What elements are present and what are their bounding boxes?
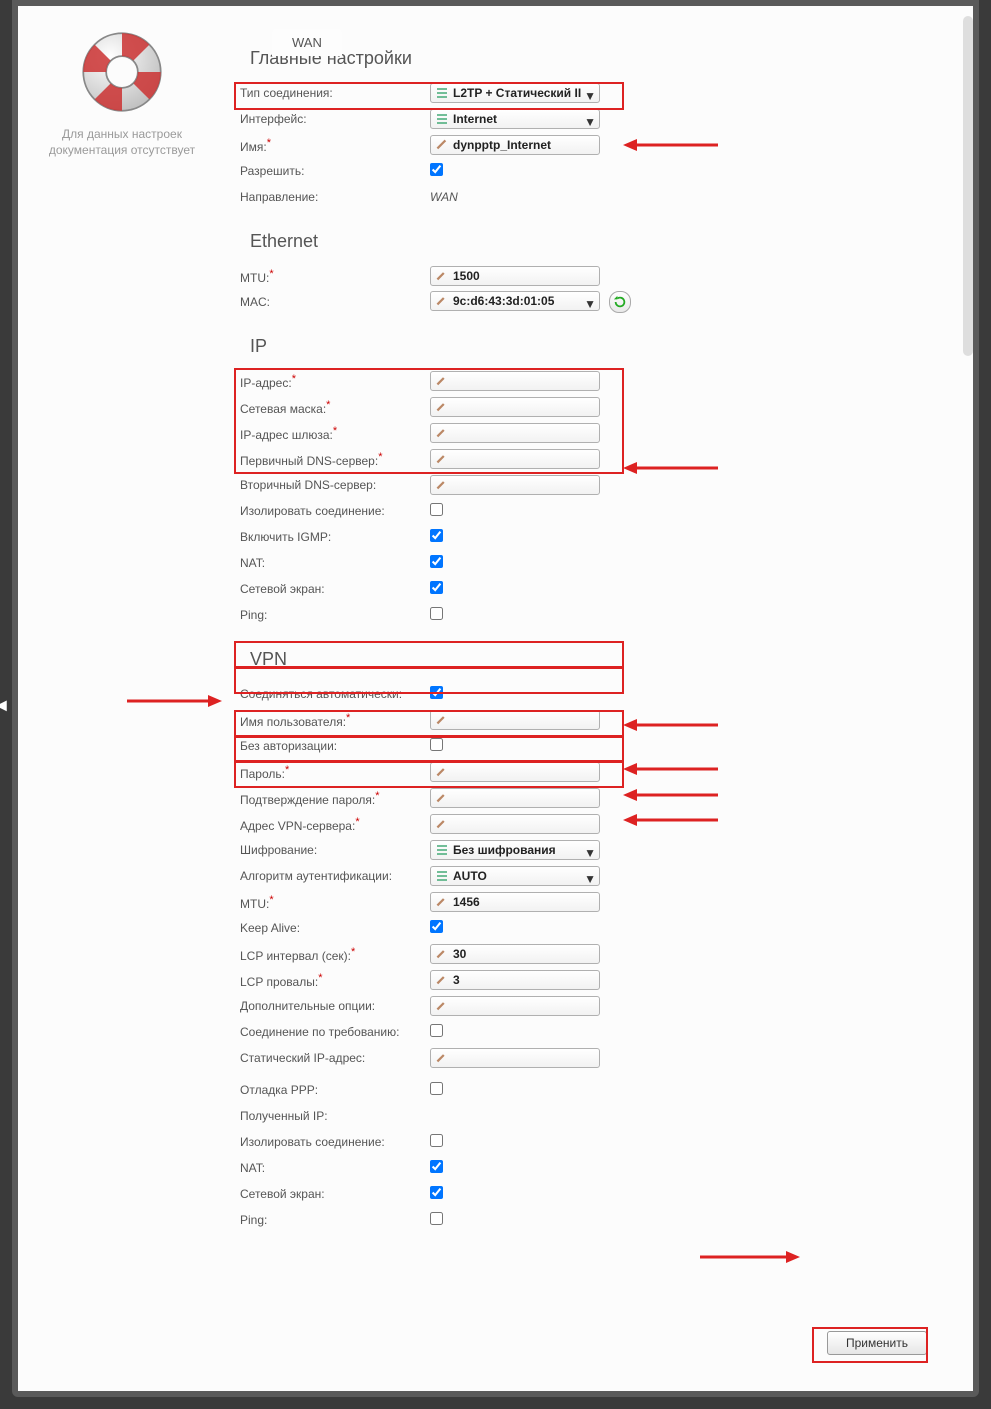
username-input[interactable]	[430, 710, 600, 730]
mac-input[interactable]	[430, 291, 600, 311]
label-isolate2: Изолировать соединение:	[240, 1135, 385, 1149]
firewall2-checkbox[interactable]	[430, 1186, 443, 1199]
label-mac: MAC:	[240, 295, 270, 309]
autoconn-checkbox[interactable]	[430, 686, 443, 699]
ipaddr-input[interactable]	[430, 371, 600, 391]
staticip-input[interactable]	[430, 1048, 600, 1068]
mtu-input[interactable]	[430, 266, 600, 286]
collapse-handle-icon[interactable]: ◀	[0, 696, 7, 713]
arrow-icon	[700, 1250, 800, 1256]
label-isolate: Изолировать соединение:	[240, 504, 385, 518]
allow-checkbox[interactable]	[430, 163, 443, 176]
label-extraopts: Дополнительные опции:	[240, 999, 375, 1013]
label-gateway: IP-адрес шлюза:	[240, 428, 333, 442]
arrow-icon	[623, 788, 718, 794]
arrow-icon	[127, 694, 222, 700]
nat-checkbox[interactable]	[430, 555, 443, 568]
vpnaddr-input[interactable]	[430, 814, 600, 834]
ondemand-checkbox[interactable]	[430, 1024, 443, 1037]
label-vpnmtu: MTU:	[240, 897, 269, 911]
label-nat: NAT:	[240, 556, 265, 570]
label-username: Имя пользователя:	[240, 715, 346, 729]
extraopts-input[interactable]	[430, 996, 600, 1016]
scrollbar[interactable]	[963, 16, 973, 356]
arrow-icon	[623, 461, 718, 467]
keepalive-checkbox[interactable]	[430, 920, 443, 933]
arrow-icon	[623, 762, 718, 768]
netmask-input[interactable]	[430, 397, 600, 417]
label-autoconn: Соединяться автоматически:	[240, 687, 402, 701]
label-firewall: Сетевой экран:	[240, 582, 325, 596]
help-text-line1: Для данных настроек	[32, 126, 212, 142]
label-nat2: NAT:	[240, 1161, 265, 1175]
interface-select[interactable]: Internet	[430, 109, 600, 129]
firewall-checkbox[interactable]	[430, 581, 443, 594]
label-rxip: Полученный IP:	[240, 1109, 328, 1123]
lcpfail-input[interactable]	[430, 970, 600, 990]
help-text-line2: документация отсутствует	[32, 142, 212, 158]
refresh-button[interactable]	[609, 291, 631, 313]
label-lcpint: LCP интервал (сек):	[240, 949, 351, 963]
label-staticip: Статический IP-адрес:	[240, 1051, 365, 1065]
pppdbg-checkbox[interactable]	[430, 1082, 443, 1095]
direction-value: WAN	[430, 190, 458, 204]
label-netmask: Сетевая маска:	[240, 402, 326, 416]
label-igmp: Включить IGMP:	[240, 530, 331, 544]
lcpint-input[interactable]	[430, 944, 600, 964]
password-input[interactable]	[430, 762, 600, 782]
apply-button[interactable]: Применить	[827, 1331, 927, 1355]
section-vpn-heading: VPN	[250, 649, 933, 670]
arrow-icon	[623, 138, 718, 144]
label-mtu: MTU:	[240, 271, 269, 285]
label-allow: Разрешить:	[240, 164, 304, 178]
ping-checkbox[interactable]	[430, 607, 443, 620]
label-dns2: Вторичный DNS-сервер:	[240, 478, 376, 492]
name-input[interactable]	[430, 135, 600, 155]
label-passconf: Подтверждение пароля:	[240, 793, 375, 807]
help-icon	[78, 28, 166, 116]
label-direction: Направление:	[240, 190, 318, 204]
label-conn-type: Тип соединения:	[240, 86, 333, 100]
passconf-input[interactable]	[430, 788, 600, 808]
isolate-checkbox[interactable]	[430, 503, 443, 516]
section-ethernet-heading: Ethernet	[250, 231, 933, 252]
label-ping2: Ping:	[240, 1213, 267, 1227]
label-ipaddr: IP-адрес:	[240, 376, 292, 390]
label-dns1: Первичный DNS-сервер:	[240, 454, 378, 468]
section-main-heading: Главные настройки	[250, 48, 933, 69]
gateway-input[interactable]	[430, 423, 600, 443]
arrow-icon	[623, 813, 718, 819]
arrow-icon	[623, 718, 718, 724]
noauth-checkbox[interactable]	[430, 738, 443, 751]
label-name: Имя:	[240, 140, 267, 154]
encrypt-select[interactable]: Без шифрования	[430, 840, 600, 860]
label-interface: Интерфейс:	[240, 112, 307, 126]
label-ondemand: Соединение по требованию:	[240, 1025, 399, 1039]
igmp-checkbox[interactable]	[430, 529, 443, 542]
conn-type-select[interactable]: L2TP + Статический II	[430, 83, 600, 103]
dns2-input[interactable]	[430, 475, 600, 495]
isolate2-checkbox[interactable]	[430, 1134, 443, 1147]
label-authalg: Алгоритм аутентификации:	[240, 869, 392, 883]
label-encrypt: Шифрование:	[240, 843, 317, 857]
label-password: Пароль:	[240, 767, 285, 781]
label-pppdbg: Отладка PPP:	[240, 1083, 318, 1097]
section-ip-heading: IP	[250, 336, 933, 357]
dns1-input[interactable]	[430, 449, 600, 469]
authalg-select[interactable]: AUTO	[430, 866, 600, 886]
label-keepalive: Keep Alive:	[240, 921, 300, 935]
nat2-checkbox[interactable]	[430, 1160, 443, 1173]
label-firewall2: Сетевой экран:	[240, 1187, 325, 1201]
label-vpnaddr: Адрес VPN-сервера:	[240, 819, 355, 833]
tab-wan[interactable]: WAN	[272, 29, 342, 56]
label-ping: Ping:	[240, 608, 267, 622]
label-noauth: Без авторизации:	[240, 739, 337, 753]
ping2-checkbox[interactable]	[430, 1212, 443, 1225]
label-lcpfail: LCP провалы:	[240, 975, 318, 989]
vpnmtu-input[interactable]	[430, 892, 600, 912]
